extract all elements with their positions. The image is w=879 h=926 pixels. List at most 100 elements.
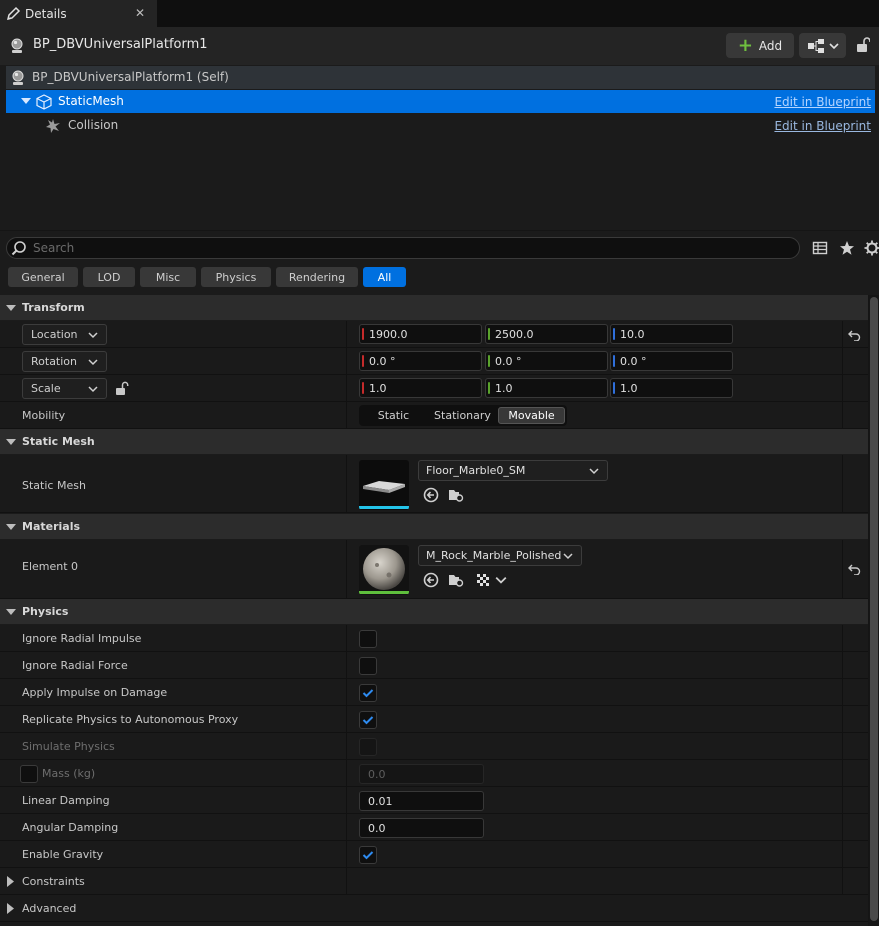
reset-to-default-icon[interactable] — [848, 562, 861, 575]
star-icon[interactable] — [839, 240, 855, 256]
apply-impulse-on-damage-checkbox[interactable] — [359, 684, 377, 702]
browse-asset-icon[interactable] — [448, 487, 464, 503]
use-selected-asset-icon[interactable] — [423, 487, 439, 503]
tree-item-staticmesh[interactable]: StaticMesh Edit in Blueprint — [6, 90, 875, 113]
tree-item-collision[interactable]: Collision Edit in Blueprint — [6, 114, 875, 137]
location-y-field[interactable]: 2500.0 — [485, 324, 608, 344]
reset-to-default-icon[interactable] — [848, 328, 861, 341]
column-divider — [842, 375, 843, 401]
chevron-down-icon[interactable] — [495, 574, 507, 586]
use-selected-asset-icon[interactable] — [423, 572, 439, 588]
subsection-constraints[interactable]: Constraints — [0, 868, 868, 895]
unlock-icon[interactable] — [115, 381, 129, 396]
collapse-arrow-icon — [6, 609, 16, 615]
static-mesh-thumbnail[interactable] — [359, 460, 409, 510]
tab-details[interactable]: Details ✕ — [0, 0, 157, 27]
scrollbar-thumb[interactable] — [870, 297, 878, 921]
search-bar — [0, 231, 879, 265]
filter-lod[interactable]: LOD — [83, 267, 135, 287]
property-label: Element 0 — [22, 560, 79, 573]
blueprint-options-button[interactable] — [799, 33, 846, 58]
actor-name: BP_DBVUniversalPlatform1 — [33, 37, 208, 52]
table-view-icon[interactable] — [812, 240, 828, 256]
property-label: Simulate Physics — [22, 740, 115, 753]
column-divider — [346, 760, 347, 786]
property-rotation: Rotation 0.0 ° 0.0 ° 0.0 ° — [0, 348, 868, 375]
mesh-preview-icon — [359, 481, 409, 509]
category-materials[interactable]: Materials — [0, 514, 868, 540]
column-divider — [842, 402, 843, 428]
scale-dropdown[interactable]: Scale — [22, 378, 107, 399]
mobility-static[interactable]: Static — [361, 407, 426, 424]
scale-y-field[interactable]: 1.0 — [485, 378, 608, 398]
simulate-physics-checkbox[interactable] — [359, 738, 377, 756]
search-input[interactable] — [33, 239, 793, 257]
close-icon[interactable]: ✕ — [135, 6, 145, 20]
category-static-mesh[interactable]: Static Mesh — [0, 429, 868, 455]
filter-rendering[interactable]: Rendering — [276, 267, 358, 287]
gear-icon[interactable] — [864, 240, 879, 256]
angular-damping-field[interactable]: 0.0 — [359, 818, 484, 838]
tree-item-label: Collision — [68, 118, 119, 132]
ignore-radial-force-checkbox[interactable] — [359, 657, 377, 675]
column-divider — [346, 679, 347, 705]
mobility-stationary[interactable]: Stationary — [428, 407, 497, 424]
scale-x-field[interactable]: 1.0 — [359, 378, 482, 398]
plus-icon: + — [737, 34, 753, 56]
chevron-down-icon — [88, 359, 98, 366]
rotation-z-field[interactable]: 0.0 ° — [610, 351, 733, 371]
static-mesh-asset-dropdown[interactable]: Floor_Marble0_SM — [418, 460, 608, 481]
rotation-x-field[interactable]: 0.0 ° — [359, 351, 482, 371]
filter-general[interactable]: General — [8, 267, 78, 287]
mass-override-checkbox[interactable] — [20, 765, 38, 783]
mass-field[interactable]: 0.0 — [359, 764, 484, 784]
edit-in-blueprint-link[interactable]: Edit in Blueprint — [774, 119, 871, 133]
tree-item-self[interactable]: BP_DBVUniversalPlatform1 (Self) — [6, 66, 875, 89]
mobility-movable[interactable]: Movable — [498, 407, 565, 424]
search-box[interactable] — [6, 237, 800, 259]
browse-asset-icon[interactable] — [448, 572, 464, 588]
scrollbar[interactable] — [869, 295, 879, 926]
column-divider — [346, 868, 347, 894]
expand-arrow-icon[interactable] — [21, 96, 31, 106]
material-asset-dropdown[interactable]: M_Rock_Marble_Polished — [418, 545, 582, 566]
asset-name: M_Rock_Marble_Polished — [426, 549, 562, 562]
rotation-dropdown[interactable]: Rotation — [22, 351, 107, 372]
category-title: Transform — [22, 301, 85, 314]
pencil-icon — [6, 6, 21, 20]
rotation-z-value: 0.0 ° — [620, 355, 647, 368]
property-label: Replicate Physics to Autonomous Proxy — [22, 713, 239, 726]
property-label: Angular Damping — [22, 821, 119, 834]
category-transform[interactable]: Transform — [0, 295, 868, 321]
edit-in-blueprint-link[interactable]: Edit in Blueprint — [774, 95, 871, 109]
location-z-value: 10.0 — [620, 328, 645, 341]
property-enable-gravity: Enable Gravity — [0, 841, 868, 868]
scale-x-value: 1.0 — [369, 382, 387, 395]
column-divider — [346, 540, 347, 598]
filter-all[interactable]: All — [363, 267, 406, 287]
location-x-field[interactable]: 1900.0 — [359, 324, 482, 344]
column-divider — [842, 652, 843, 678]
scale-z-field[interactable]: 1.0 — [610, 378, 733, 398]
linear-damping-field[interactable]: 0.01 — [359, 791, 484, 811]
rotation-y-field[interactable]: 0.0 ° — [485, 351, 608, 371]
location-z-field[interactable]: 10.0 — [610, 324, 733, 344]
scale-y-value: 1.0 — [495, 382, 513, 395]
ignore-radial-impulse-checkbox[interactable] — [359, 630, 377, 648]
checker-texture-icon[interactable] — [476, 572, 492, 588]
property-mobility: Mobility Static Stationary Movable — [0, 402, 868, 429]
filter-physics[interactable]: Physics — [201, 267, 271, 287]
category-physics[interactable]: Physics — [0, 599, 868, 625]
enable-gravity-checkbox[interactable] — [359, 846, 377, 864]
subsection-advanced[interactable]: Advanced — [0, 895, 868, 922]
linear-damping-value: 0.01 — [368, 795, 393, 808]
property-label: Apply Impulse on Damage — [22, 686, 168, 699]
unlock-icon[interactable] — [856, 37, 870, 53]
add-component-button[interactable]: + Add — [726, 33, 794, 58]
tab-label: Details — [25, 6, 67, 21]
filter-misc[interactable]: Misc — [140, 267, 196, 287]
material-thumbnail[interactable] — [359, 545, 409, 595]
column-divider — [346, 814, 347, 840]
replicate-physics-checkbox[interactable] — [359, 711, 377, 729]
location-dropdown[interactable]: Location — [22, 324, 107, 345]
